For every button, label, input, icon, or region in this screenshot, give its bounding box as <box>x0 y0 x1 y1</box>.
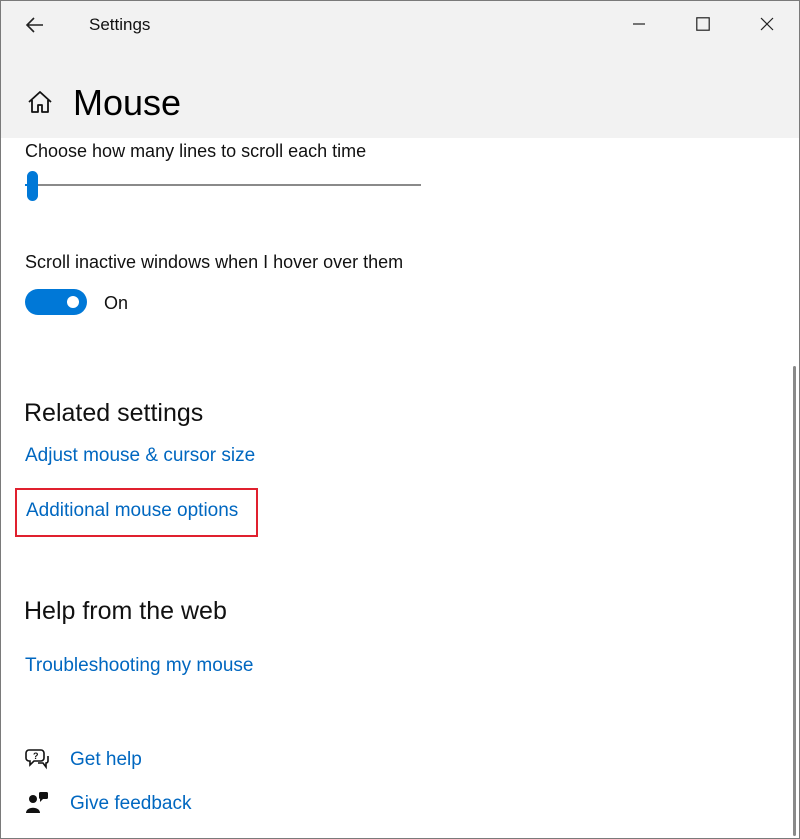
related-settings-heading: Related settings <box>24 399 204 427</box>
page-title: Mouse <box>73 82 182 123</box>
maximize-icon <box>696 17 710 31</box>
back-button[interactable] <box>15 7 55 43</box>
slider-thumb[interactable] <box>27 171 38 201</box>
scroll-lines-label: Choose how many lines to scroll each tim… <box>25 141 367 161</box>
settings-content: Choose how many lines to scroll each tim… <box>1 138 791 838</box>
scrollbar-thumb[interactable] <box>793 366 796 836</box>
arrow-left-icon <box>25 17 43 33</box>
vertical-scrollbar[interactable] <box>790 138 799 838</box>
app-title: Settings <box>89 15 151 34</box>
give-feedback-link[interactable]: Give feedback <box>70 793 191 815</box>
scroll-lines-slider[interactable] <box>25 168 421 204</box>
minimize-button[interactable] <box>607 1 671 47</box>
home-icon <box>28 91 52 113</box>
minimize-icon <box>633 23 645 25</box>
settings-window: Settings Mouse Choose how many lines to … <box>0 0 800 839</box>
adjust-mouse-cursor-size-link[interactable]: Adjust mouse & cursor size <box>25 445 255 467</box>
svg-text:?: ? <box>33 751 39 761</box>
home-button[interactable] <box>25 87 55 117</box>
top-bar: Settings Mouse <box>1 1 799 138</box>
toggle-knob <box>67 296 79 308</box>
slider-track <box>25 184 421 187</box>
inactive-scroll-toggle[interactable] <box>25 289 87 315</box>
maximize-button[interactable] <box>671 1 735 47</box>
toggle-state-label: On <box>104 293 129 313</box>
close-icon <box>760 17 774 31</box>
feedback-person-icon <box>25 791 49 815</box>
close-button[interactable] <box>735 1 799 47</box>
title-bar: Settings <box>1 1 799 49</box>
chat-help-icon: ? <box>25 747 49 771</box>
troubleshooting-mouse-link[interactable]: Troubleshooting my mouse <box>25 655 253 677</box>
get-help-link[interactable]: Get help <box>70 749 142 771</box>
help-from-web-heading: Help from the web <box>24 597 227 625</box>
inactive-scroll-label: Scroll inactive windows when I hover ove… <box>25 252 404 272</box>
additional-mouse-options-link[interactable]: Additional mouse options <box>26 500 238 522</box>
